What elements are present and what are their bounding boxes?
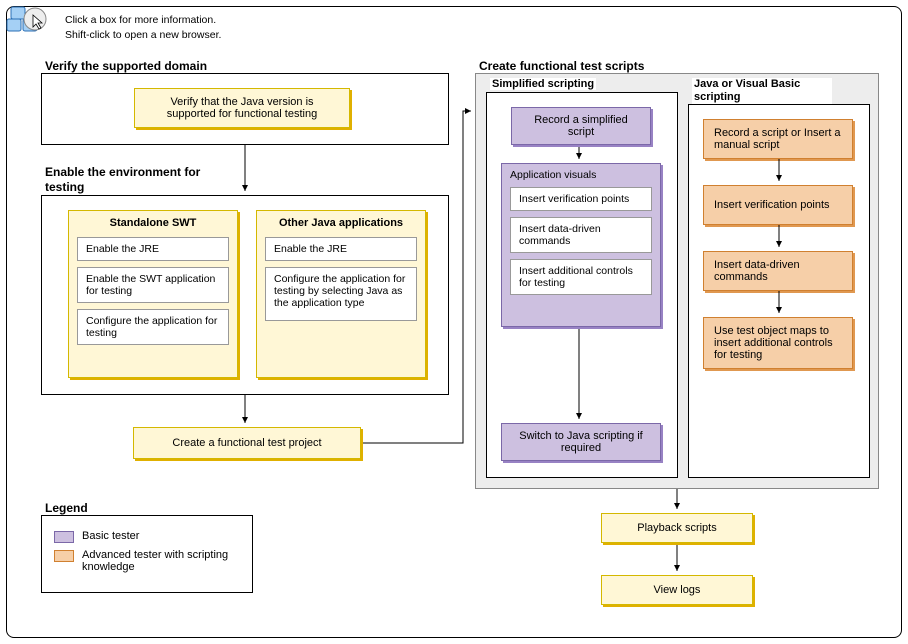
- javavb-section: Record a script or Insert a manual scrip…: [688, 104, 870, 478]
- app-visuals-title: Application visuals: [502, 164, 660, 187]
- functional-title: Create functional test scripts: [477, 59, 646, 73]
- enable-section: Standalone SWT Enable the JRE Enable the…: [41, 195, 449, 395]
- verify-java-box[interactable]: Verify that the Java version is supporte…: [134, 88, 350, 128]
- visuals-item-0[interactable]: Insert verification points: [510, 187, 652, 211]
- help-line2: Shift-click to open a new browser.: [65, 28, 221, 43]
- verify-section: Verify that the Java version is supporte…: [41, 73, 449, 145]
- swt-item-1[interactable]: Enable the SWT application for testing: [77, 267, 229, 303]
- visuals-item-2[interactable]: Insert additional controls for testing: [510, 259, 652, 295]
- legend-advanced-row: Advanced tester with scripting knowledge: [54, 549, 240, 573]
- other-item-1[interactable]: Configure the application for testing by…: [265, 267, 417, 321]
- swt-item-0[interactable]: Enable the JRE: [77, 237, 229, 261]
- info-cursor-icon: [5, 5, 49, 41]
- viewlogs-box[interactable]: View logs: [601, 575, 753, 605]
- legend-advanced-label: Advanced tester with scripting knowledge: [82, 549, 240, 573]
- diagram-frame: Click a box for more information. Shift-…: [6, 6, 902, 638]
- other-item-0[interactable]: Enable the JRE: [265, 237, 417, 261]
- switch-java-box[interactable]: Switch to Java scripting if required: [501, 423, 661, 461]
- swt-group: Standalone SWT Enable the JRE Enable the…: [68, 210, 238, 378]
- javavb-item-1[interactable]: Insert verification points: [703, 185, 853, 225]
- enable-title: Enable the environment for testing: [43, 165, 203, 195]
- simplified-title: Simplified scripting: [490, 78, 596, 90]
- record-simplified-box[interactable]: Record a simplified script: [511, 107, 651, 145]
- create-project-box[interactable]: Create a functional test project: [133, 427, 361, 459]
- orange-swatch: [54, 550, 74, 562]
- help-text: Click a box for more information. Shift-…: [65, 13, 221, 42]
- app-visuals-group: Application visuals Insert verification …: [501, 163, 661, 327]
- other-title: Other Java applications: [257, 211, 425, 237]
- swt-title: Standalone SWT: [69, 211, 237, 237]
- simplified-section: Record a simplified script Application v…: [486, 92, 678, 478]
- legend-basic-label: Basic tester: [82, 530, 139, 542]
- javavb-item-0[interactable]: Record a script or Insert a manual scrip…: [703, 119, 853, 159]
- legend-box: Basic tester Advanced tester with script…: [41, 515, 253, 593]
- other-group: Other Java applications Enable the JRE C…: [256, 210, 426, 378]
- legend-title: Legend: [43, 501, 90, 515]
- swt-item-2[interactable]: Configure the application for testing: [77, 309, 229, 345]
- javavb-item-2[interactable]: Insert data-driven commands: [703, 251, 853, 291]
- functional-section: Simplified scripting Record a simplified…: [475, 73, 879, 489]
- javavb-item-3[interactable]: Use test object maps to insert additiona…: [703, 317, 853, 369]
- javavb-title: Java or Visual Basic scripting: [692, 78, 832, 104]
- legend-basic-row: Basic tester: [54, 530, 240, 543]
- verify-title: Verify the supported domain: [43, 59, 209, 73]
- purple-swatch: [54, 531, 74, 543]
- playback-box[interactable]: Playback scripts: [601, 513, 753, 543]
- help-line1: Click a box for more information.: [65, 13, 221, 28]
- visuals-item-1[interactable]: Insert data-driven commands: [510, 217, 652, 253]
